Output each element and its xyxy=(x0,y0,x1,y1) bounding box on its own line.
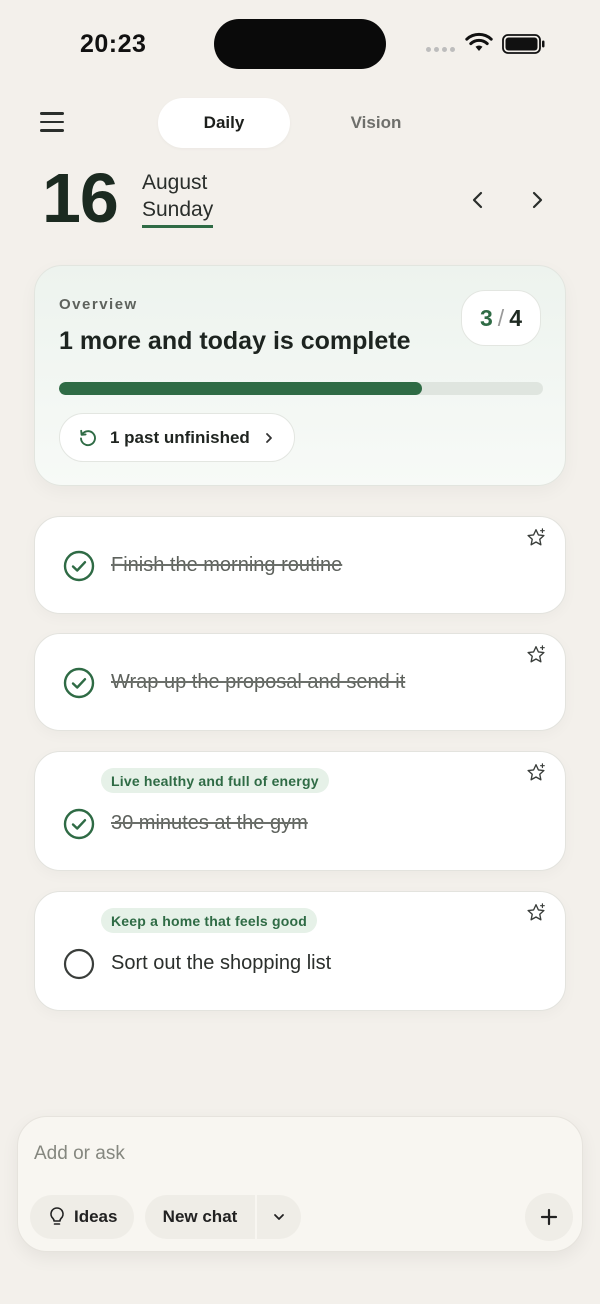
score-separator: / xyxy=(497,304,505,331)
task-card[interactable]: Finish the morning routine xyxy=(34,516,566,614)
task-label: 30 minutes at the gym xyxy=(111,812,308,834)
date-day: 16 xyxy=(42,159,119,237)
past-unfinished-label: 1 past unfinished xyxy=(110,427,250,447)
empty-circle-icon[interactable] xyxy=(63,948,95,980)
plus-icon xyxy=(540,1208,558,1226)
tab-daily[interactable]: Daily xyxy=(158,98,290,148)
task-card[interactable]: Keep a home that feels good Sort out the… xyxy=(34,891,566,1011)
task-label: Sort out the shopping list xyxy=(111,952,332,974)
overview-card: Overview 1 more and today is complete 3 … xyxy=(34,265,566,486)
new-chat-button[interactable]: New chat xyxy=(145,1195,255,1239)
composer: Ideas New chat xyxy=(17,1116,583,1252)
overview-label: Overview xyxy=(59,296,138,313)
menu-button[interactable] xyxy=(40,112,64,132)
tab-vision[interactable]: Vision xyxy=(310,98,442,148)
completed-count: 3 xyxy=(480,304,493,331)
chevron-left-icon[interactable] xyxy=(466,188,490,212)
progress-bar xyxy=(59,382,543,395)
task-label: Wrap up the proposal and send it xyxy=(111,671,406,693)
new-chat-label: New chat xyxy=(162,1207,238,1226)
completion-score: 3 / 4 xyxy=(461,290,541,346)
star-icon[interactable] xyxy=(525,527,547,549)
lightbulb-icon xyxy=(50,1207,64,1225)
battery-icon xyxy=(502,34,545,54)
add-button[interactable] xyxy=(525,1193,573,1241)
new-chat-dropdown[interactable] xyxy=(257,1195,301,1239)
signal-icon xyxy=(426,47,455,52)
star-icon[interactable] xyxy=(525,762,547,784)
task-label: Finish the morning routine xyxy=(111,554,343,576)
check-circle-icon[interactable] xyxy=(63,667,95,699)
chevron-right-icon[interactable] xyxy=(525,188,549,212)
star-icon[interactable] xyxy=(525,644,547,666)
task-card[interactable]: Live healthy and full of energy 30 minut… xyxy=(34,751,566,871)
check-circle-icon[interactable] xyxy=(63,808,95,840)
menu-icon xyxy=(40,112,64,115)
progress-fill xyxy=(59,382,422,395)
task-card[interactable]: Wrap up the proposal and send it xyxy=(34,633,566,731)
past-unfinished-button[interactable]: 1 past unfinished xyxy=(59,413,295,462)
chevron-down-icon xyxy=(274,1214,284,1220)
wifi-icon xyxy=(465,32,493,51)
overview-title: 1 more and today is complete xyxy=(59,327,411,355)
star-icon[interactable] xyxy=(525,902,547,924)
goal-tag: Live healthy and full of energy xyxy=(101,768,329,793)
chevron-right-icon xyxy=(265,432,272,443)
add-or-ask-input[interactable] xyxy=(34,1141,454,1167)
ideas-label: Ideas xyxy=(74,1207,118,1226)
goal-tag: Keep a home that feels good xyxy=(101,908,317,933)
date-month: August xyxy=(142,171,208,194)
status-time: 20:23 xyxy=(80,30,147,58)
check-circle-icon[interactable] xyxy=(63,550,95,582)
dynamic-island xyxy=(214,19,386,69)
date-weekday: Sunday xyxy=(142,198,214,228)
history-icon xyxy=(80,429,96,446)
ideas-button[interactable]: Ideas xyxy=(30,1195,134,1239)
view-tabs: Daily Vision xyxy=(158,98,442,148)
total-count: 4 xyxy=(509,304,522,331)
